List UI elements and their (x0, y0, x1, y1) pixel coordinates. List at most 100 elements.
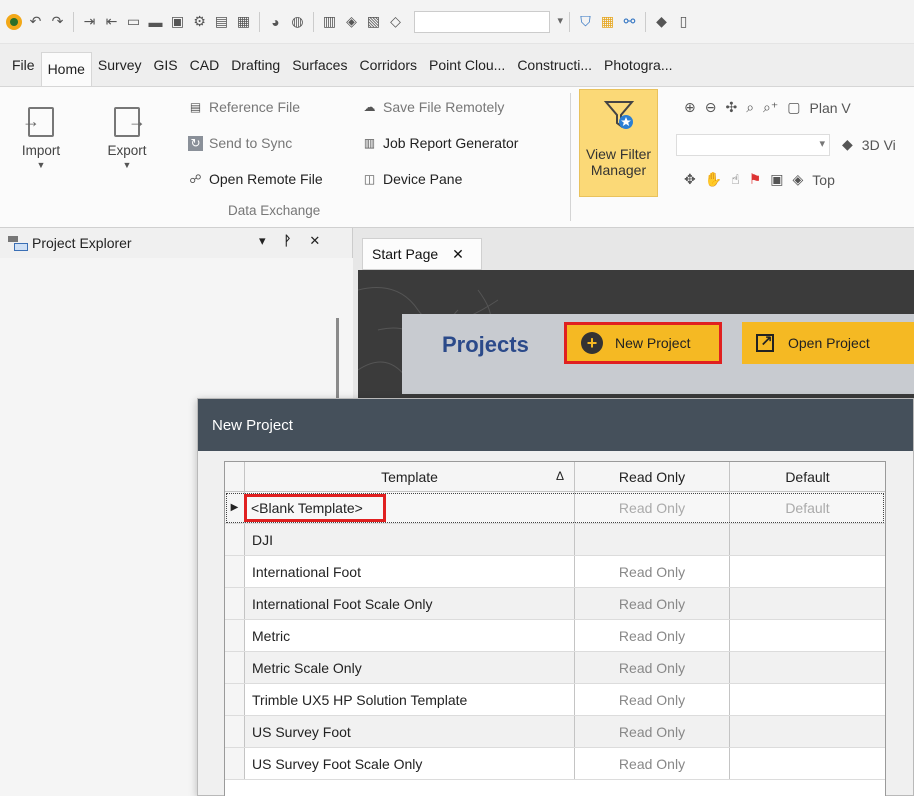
separator (313, 11, 314, 32)
filter-icon[interactable]: ⛉ (576, 12, 595, 31)
import-icon[interactable]: ⇥ (80, 12, 99, 31)
template-cell: Metric Scale Only (245, 652, 575, 683)
page-icon[interactable]: ▯ (674, 12, 693, 31)
layers-icon[interactable]: ▦ (598, 12, 617, 31)
dialog-title: New Project (198, 399, 913, 451)
job-report-generator-label: Job Report Generator (383, 135, 519, 151)
open-remote-file-button[interactable]: ☍ Open Remote File (188, 171, 322, 187)
globe-icon[interactable]: ◍ (288, 12, 307, 31)
tab-gis[interactable]: GIS (148, 49, 184, 81)
table-row[interactable]: Metric Scale Only Read Only (225, 652, 885, 684)
top-view-icon[interactable]: ◈ (793, 171, 804, 188)
template-cell: Metric (245, 620, 575, 651)
close-icon[interactable]: ✕ (309, 233, 320, 249)
table-row[interactable]: US Survey Foot Read Only (225, 716, 885, 748)
zoom-in-icon[interactable]: ⊕ (684, 99, 696, 116)
hand-icon[interactable]: ✋ (705, 171, 722, 188)
reference-file-button[interactable]: ▤ Reference File (188, 99, 300, 115)
pin-icon[interactable]: ᚹ (284, 233, 292, 249)
top-view-label[interactable]: Top (812, 172, 835, 188)
pane-dropdown-icon[interactable]: ▾ (259, 233, 266, 249)
zoom-extents-icon[interactable]: ✣ (725, 99, 737, 116)
eye-icon[interactable]: ◇ (386, 12, 405, 31)
tab-surfaces[interactable]: Surfaces (286, 49, 353, 81)
open-project-label: Open Project (788, 335, 870, 351)
layout-icon[interactable]: ▤ (212, 12, 231, 31)
project-explorer-icon (8, 236, 28, 251)
separator (569, 11, 570, 32)
ribbon: Import ▼ Export ▼ ▤ Reference File ↻ Sen… (0, 86, 914, 228)
column-header-read-only[interactable]: Read Only (575, 462, 730, 491)
table-row[interactable]: DJI (225, 524, 885, 556)
row-header (225, 652, 245, 683)
read-only-cell: Read Only (575, 716, 730, 747)
view-combo[interactable] (676, 134, 830, 156)
new-project-button[interactable]: + New Project (564, 322, 722, 364)
table-row[interactable]: Metric Read Only (225, 620, 885, 652)
grid-icon[interactable]: ▥ (320, 12, 339, 31)
tab-photogrammetry[interactable]: Photogra... (598, 49, 679, 81)
plan-view-label[interactable]: Plan V (810, 100, 851, 116)
flag-icon[interactable]: ⚑ (749, 171, 762, 188)
tab-construction[interactable]: Constructi... (511, 49, 598, 81)
template-header-label: Template (381, 468, 438, 485)
close-icon[interactable]: ✕ (452, 246, 464, 263)
pan-arrows-icon[interactable]: ✥ (684, 171, 696, 188)
settings-icon[interactable]: ⚙ (190, 12, 209, 31)
tab-point-cloud[interactable]: Point Clou... (423, 49, 511, 81)
export-button[interactable]: Export ▼ (102, 107, 152, 170)
row-header (225, 716, 245, 747)
hand-select-icon[interactable]: ☝ (731, 171, 740, 188)
tab-start-page[interactable]: Start Page ✕ (362, 238, 482, 270)
open-folder-icon[interactable]: ▬ (146, 12, 165, 31)
zoom-icon[interactable]: ⌕ (746, 99, 754, 116)
tab-survey[interactable]: Survey (92, 49, 148, 81)
job-report-generator-button[interactable]: ▥ Job Report Generator (362, 135, 519, 151)
tab-home[interactable]: Home (40, 52, 92, 86)
plan-view-icon[interactable]: ▢ (787, 99, 800, 116)
cube-icon[interactable]: ◈ (342, 12, 361, 31)
image-icon[interactable]: ▧ (364, 12, 383, 31)
qat-combo[interactable] (414, 10, 563, 33)
tab-file[interactable]: File (6, 49, 41, 81)
redo-icon[interactable]: ↷ (48, 12, 67, 31)
column-header-template[interactable]: Template Δ (245, 462, 575, 491)
group-icon[interactable]: ⚯ (620, 12, 639, 31)
row-header-corner (225, 462, 245, 491)
zoom-out-icon[interactable]: ⊖ (705, 99, 717, 116)
sort-icon: Δ (555, 469, 564, 483)
save-icon[interactable]: ▣ (168, 12, 187, 31)
import-button[interactable]: Import ▼ (18, 107, 64, 170)
table-row[interactable]: ▶ <Blank Template> Read Only Default (225, 492, 885, 524)
table-row[interactable]: Trimble UX5 HP Solution Template Read On… (225, 684, 885, 716)
table-row[interactable]: International Foot Scale Only Read Only (225, 588, 885, 620)
import-icon (22, 107, 54, 137)
app-logo-icon[interactable] (4, 12, 23, 31)
table-row[interactable]: International Foot Read Only (225, 556, 885, 588)
read-only-cell: Read Only (575, 748, 730, 779)
view-3d-tool[interactable]: ◆ 3D Vi (842, 136, 896, 153)
device-pane-button[interactable]: ◫ Device Pane (362, 171, 463, 187)
projects-panel: Projects + New Project Open Project (402, 314, 914, 394)
view-filter-label-1: View Filter (585, 146, 652, 162)
export-icon[interactable]: ⇤ (102, 12, 121, 31)
save-file-remotely-button[interactable]: ☁ Save File Remotely (362, 99, 505, 115)
cube-view-icon[interactable]: ◆ (652, 12, 671, 31)
undo-icon[interactable]: ↶ (26, 12, 45, 31)
monitor-icon[interactable]: ▣ (770, 171, 783, 188)
read-only-cell: Read Only (575, 620, 730, 651)
send-to-sync-button[interactable]: ↻ Send to Sync (188, 135, 292, 151)
export-icon (114, 107, 146, 137)
tab-corridors[interactable]: Corridors (353, 49, 423, 81)
view-filter-manager-button[interactable]: View Filter Manager (579, 89, 658, 197)
default-cell (730, 716, 885, 747)
tab-cad[interactable]: CAD (184, 49, 226, 81)
tab-drafting[interactable]: Drafting (225, 49, 286, 81)
new-icon[interactable]: ▭ (124, 12, 143, 31)
table-row[interactable]: US Survey Foot Scale Only Read Only (225, 748, 885, 780)
monitor-icon[interactable]: ▦ (234, 12, 253, 31)
column-header-default[interactable]: Default (730, 462, 885, 491)
zoom-window-icon[interactable]: ⌕⁺ (763, 99, 778, 116)
helmet-icon[interactable]: ◕ (266, 12, 285, 31)
open-project-button[interactable]: Open Project (742, 322, 914, 364)
